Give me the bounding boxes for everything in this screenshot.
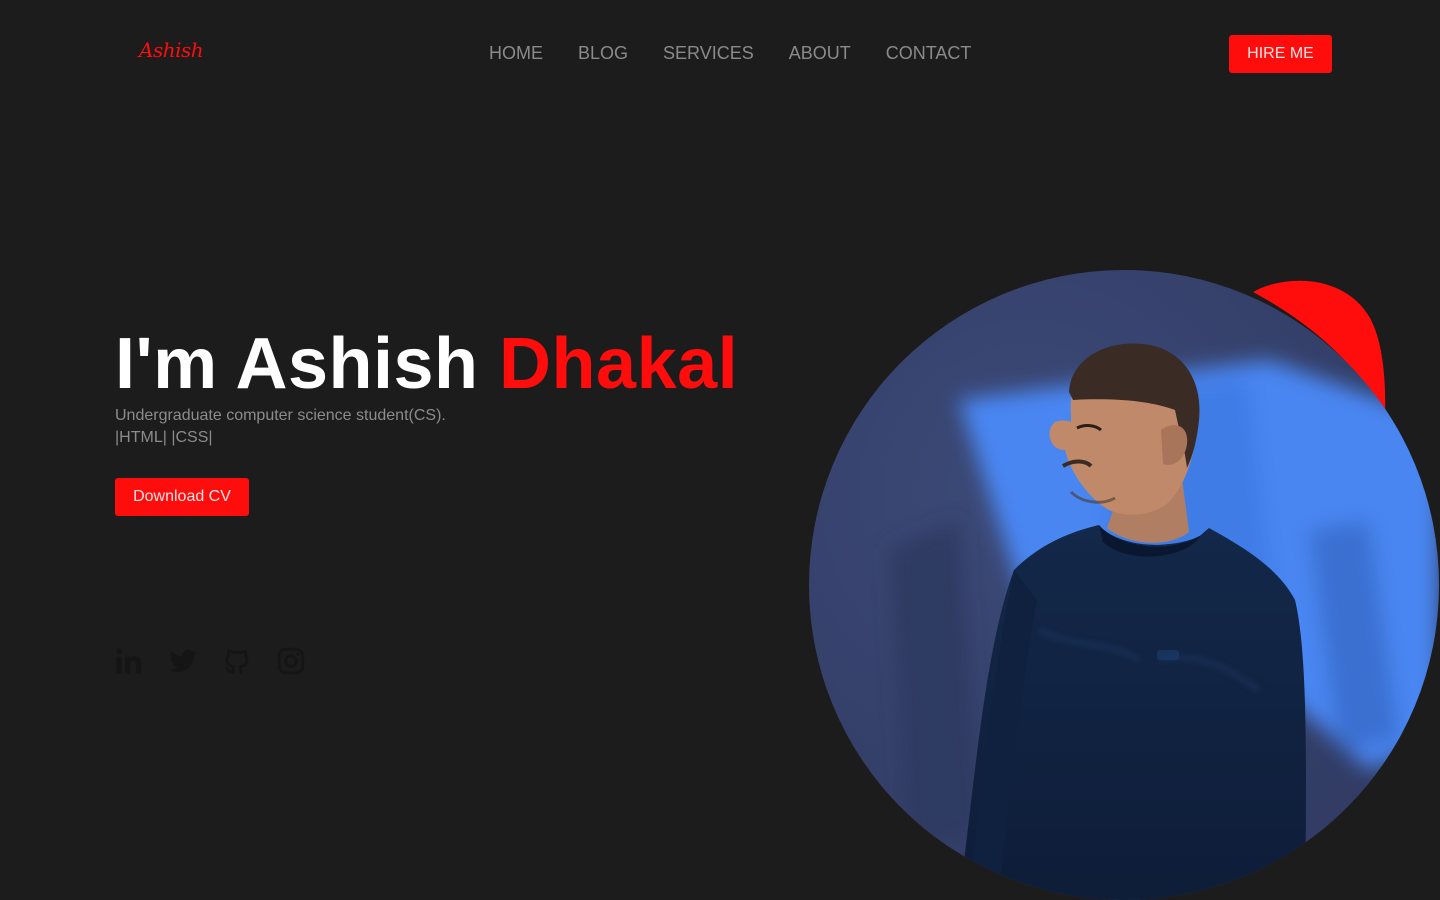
nav-services[interactable]: SERVICES — [663, 42, 754, 64]
nav-home[interactable]: HOME — [489, 42, 543, 64]
hero-subtitle-line1: Undergraduate computer science student(C… — [115, 407, 446, 424]
nav-contact[interactable]: CONTACT — [886, 42, 972, 64]
main-nav: HOME BLOG SERVICES ABOUT CONTACT — [489, 42, 971, 64]
nav-about[interactable]: ABOUT — [789, 42, 851, 64]
hero-title-accent: Dhakal — [499, 324, 739, 404]
hero-title: I'm Ashish Dhakal — [115, 324, 738, 404]
hire-me-button[interactable]: HIRE ME — [1229, 35, 1332, 73]
profile-photo-illustration — [889, 343, 1439, 900]
twitter-icon[interactable] — [168, 646, 198, 676]
nav-blog[interactable]: BLOG — [578, 42, 628, 64]
hero-subtitle-line2: |HTML| |CSS| — [115, 429, 213, 446]
social-links — [114, 646, 306, 676]
download-cv-button[interactable]: Download CV — [115, 478, 249, 516]
site-logo[interactable]: Ashish — [139, 38, 204, 62]
portfolio-page: Ashish HOME BLOG SERVICES ABOUT CONTACT … — [0, 0, 1440, 900]
hero-title-name: I'm Ashish — [115, 324, 479, 404]
hero-subtitle: Undergraduate computer science student(C… — [115, 405, 446, 449]
instagram-icon[interactable] — [276, 646, 306, 676]
profile-photo — [809, 270, 1439, 900]
linkedin-icon[interactable] — [114, 646, 144, 676]
github-icon[interactable] — [222, 646, 252, 676]
